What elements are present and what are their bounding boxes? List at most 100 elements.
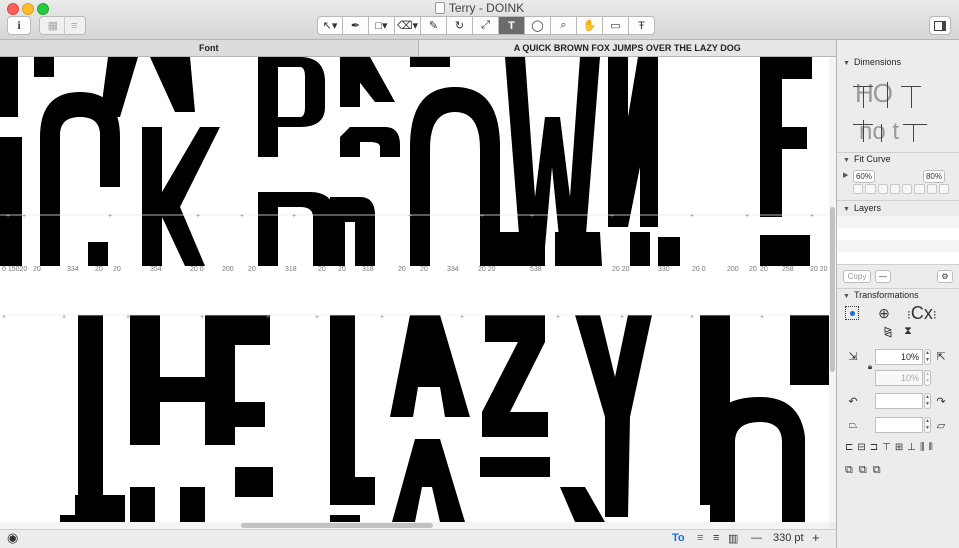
rotate-apply-icon[interactable]: ↷ — [934, 394, 948, 408]
zoom-in-button[interactable]: + — [812, 530, 820, 545]
window-title: Terry - DOINK — [0, 1, 959, 15]
align-middles-icon[interactable]: ⊞ — [895, 442, 903, 456]
ruler-tool-button[interactable]: ▭ — [603, 16, 629, 35]
align-right-icon[interactable]: ≡ — [713, 532, 719, 544]
metric-label: 20 0 — [190, 266, 204, 273]
comment-tool-button[interactable]: ◯ — [525, 16, 551, 35]
disclosure-triangle-icon[interactable]: ▼ — [843, 290, 850, 304]
fit-curve-slot[interactable] — [853, 184, 864, 194]
rotate-field[interactable] — [875, 393, 923, 409]
align-centers-icon[interactable]: ⊟ — [857, 442, 865, 456]
svg-text:+: + — [266, 314, 270, 321]
skew-apply-icon[interactable]: ⏥ — [934, 418, 948, 432]
fit-curve-header[interactable]: ▼ Fit Curve — [837, 152, 959, 166]
grid-view-icon[interactable]: ▦ — [48, 19, 58, 32]
align-right-edges-icon[interactable]: ⊐ — [870, 442, 878, 456]
vertical-scrollbar[interactable] — [829, 57, 836, 522]
distribute-vertical-icon[interactable]: ⫴ — [929, 442, 933, 456]
select-tool-button[interactable]: ↖▾ — [317, 16, 343, 35]
preview-eye-icon[interactable]: ◉ — [7, 530, 18, 546]
align-left-edges-icon[interactable]: ⊏ — [845, 442, 853, 456]
fit-curve-slot[interactable] — [877, 184, 888, 194]
copy-button[interactable]: Copy — [843, 270, 871, 283]
fit-curve-min-field[interactable]: 60% — [853, 170, 875, 183]
glyph-shape — [235, 402, 265, 427]
fit-curve-slot[interactable] — [889, 184, 900, 194]
rotate-stepper[interactable]: ▲ ▼ — [924, 393, 931, 409]
pen-tool-icon: ✒ — [350, 20, 361, 32]
flip-vertical-icon[interactable]: ⧗ — [901, 324, 915, 338]
origin-crosshair-icon[interactable]: ⊕ — [877, 305, 891, 321]
layers-header[interactable]: ▼ Layers — [837, 201, 959, 215]
row1-glyphs — [0, 57, 812, 266]
text-tool-button[interactable]: T — [499, 16, 525, 35]
tab-font[interactable]: Font — [0, 40, 418, 56]
layer-options-gear-icon[interactable]: ⚙ — [937, 270, 953, 283]
fit-curve-slot[interactable] — [865, 184, 876, 194]
tab-sample-text[interactable]: A QUICK BROWN FOX JUMPS OVER THE LAZY DO… — [417, 40, 836, 56]
glyph-shape — [782, 127, 807, 149]
horizontal-scroll-thumb[interactable] — [241, 523, 433, 528]
svg-text:+: + — [22, 213, 26, 220]
fit-curve-slot[interactable] — [914, 184, 925, 194]
shape-tool-button[interactable]: □▾ — [369, 16, 395, 35]
pencil-tool-button[interactable]: ✎ — [421, 16, 447, 35]
metric-label: 334 — [447, 266, 459, 273]
origin-bounds-icon[interactable] — [845, 306, 859, 320]
hand-tool-button[interactable]: ✋ — [577, 16, 603, 35]
skew-field[interactable] — [875, 417, 923, 433]
scale-icon[interactable]: ⇲ — [846, 349, 860, 363]
resize-tool-button[interactable]: ⤢ — [473, 16, 499, 35]
dimensions-header[interactable]: ▼ Dimensions — [837, 55, 959, 69]
transformations-header[interactable]: ▼ Transformations — [837, 288, 959, 302]
vertical-scroll-thumb[interactable] — [830, 207, 835, 372]
horizontal-scrollbar[interactable] — [0, 522, 829, 529]
view-mode-toggle[interactable]: ▦ ≡ — [39, 16, 86, 35]
scale-apply-icon[interactable]: ⇱ — [934, 349, 948, 363]
rotate-icon[interactable]: ↶ — [846, 394, 860, 408]
point-size-value[interactable]: 330 pt — [773, 532, 804, 544]
scale-field[interactable]: 10% — [875, 349, 923, 365]
scale-y-field[interactable]: 10% — [875, 370, 923, 386]
glyph-shape — [142, 127, 162, 266]
align-left-icon[interactable]: ≡ — [697, 532, 703, 544]
glyph-shape — [60, 515, 92, 522]
fit-curve-max-field[interactable]: 80% — [923, 170, 945, 183]
subtract-icon[interactable]: ⧉ — [859, 464, 867, 478]
type-tool-button[interactable]: Ŧ — [629, 16, 655, 35]
glyph-canvas[interactable]: + + + + + + + + + + + + + + + + + + + + + + + + + 0 15020 20… — [0, 57, 829, 522]
sidebar-toggle-button[interactable] — [929, 16, 951, 35]
flip-horizontal-icon[interactable]: ⧎ — [881, 324, 895, 338]
scale-y-stepper[interactable]: ▲ ▼ — [924, 370, 931, 386]
skew-stepper[interactable]: ▲ ▼ — [924, 417, 931, 433]
fit-curve-slot[interactable] — [902, 184, 913, 194]
columns-icon[interactable]: ▥ — [728, 532, 738, 545]
fit-curve-slot[interactable] — [926, 184, 937, 194]
text-style-button[interactable]: To — [672, 532, 685, 544]
metric-label: 20 — [398, 266, 406, 273]
glyph-shape — [88, 242, 108, 266]
skew-icon[interactable]: ⏢ — [846, 418, 860, 432]
info-button[interactable]: i — [7, 16, 31, 35]
disclosure-triangle-icon[interactable]: ▼ — [843, 57, 850, 71]
zoom-tool-button[interactable]: ⌕ — [551, 16, 577, 35]
fit-curve-slot[interactable] — [938, 184, 949, 194]
union-icon[interactable]: ⧉ — [845, 464, 853, 478]
eraser-tool-button[interactable]: ⌫▾ — [395, 16, 421, 35]
glyph-shape — [235, 315, 270, 345]
origin-cx-icon[interactable]: ⁝Cx⁝ — [907, 304, 937, 324]
list-view-icon[interactable]: ≡ — [71, 20, 77, 32]
disclosure-triangle-icon[interactable]: ▼ — [843, 203, 850, 217]
pen-tool-button[interactable]: ✒ — [343, 16, 369, 35]
zoom-out-button[interactable]: — — [751, 532, 762, 544]
disclosure-triangle-icon[interactable]: ▼ — [843, 154, 850, 168]
intersect-icon[interactable]: ⧉ — [873, 464, 881, 478]
fit-curve-expand-icon[interactable]: ▶ — [843, 171, 848, 179]
remove-layer-button[interactable]: — — [875, 270, 891, 283]
scale-stepper[interactable]: ▲ ▼ — [924, 349, 931, 365]
rotate-tool-button[interactable]: ↻ — [447, 16, 473, 35]
align-bottom-edges-icon[interactable]: ⊥ — [907, 442, 916, 456]
layers-list[interactable] — [837, 216, 959, 264]
align-top-edges-icon[interactable]: ⊤ — [882, 442, 891, 456]
distribute-icon[interactable]: ⫼ — [920, 442, 925, 456]
